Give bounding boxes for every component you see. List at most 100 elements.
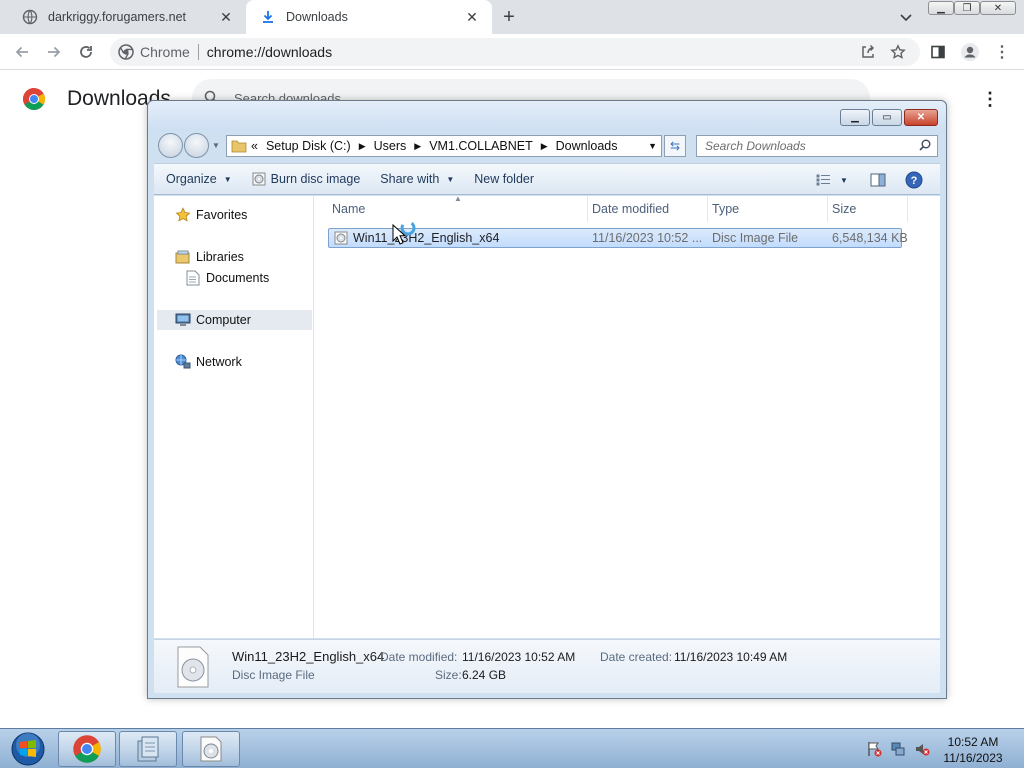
column-label: Date modified (592, 202, 670, 216)
recent-pages-dropdown[interactable]: ▼ (212, 141, 220, 150)
organize-button[interactable]: Organize ▼ (166, 172, 232, 186)
nav-label: Libraries (196, 250, 244, 264)
breadcrumb-arrow-icon[interactable]: ▶ (541, 141, 548, 152)
search-icon (919, 139, 931, 154)
forward-icon[interactable] (42, 40, 66, 64)
profile-avatar-icon[interactable] (958, 40, 982, 64)
column-header-size[interactable]: Size (828, 196, 908, 222)
back-icon[interactable] (10, 40, 34, 64)
volume-muted-icon[interactable] (914, 741, 930, 757)
disc-image-file-icon (334, 231, 348, 245)
breadcrumb-label: VM1.COLLABNET (429, 139, 533, 153)
taskbar-disc-image-button[interactable] (182, 731, 240, 767)
search-placeholder: Search Downloads (705, 139, 806, 153)
url-text[interactable]: chrome://downloads (207, 44, 332, 60)
refresh-icon[interactable]: ⇆ (664, 135, 686, 157)
browser-menu-icon[interactable]: ⋮ (990, 40, 1014, 64)
chip-label: Chrome (140, 44, 190, 60)
column-label: Size (832, 202, 857, 216)
minimize-button[interactable]: ▁ (928, 1, 954, 15)
new-tab-button[interactable]: + (498, 6, 520, 28)
close-tab-icon[interactable]: ✕ (216, 7, 236, 27)
omnibox-separator (197, 44, 199, 60)
details-file-name: Win11_23H2_English_x64 (232, 649, 385, 664)
details-date-created-label: Date created: (600, 650, 673, 664)
explorer-search-input[interactable]: Search Downloads (696, 135, 938, 157)
explorer-body: Favorites Libraries Documents Computer N… (154, 194, 940, 638)
breadcrumb-downloads[interactable]: Downloads (556, 139, 618, 153)
action-center-flag-icon[interactable] (866, 741, 882, 757)
nav-documents[interactable]: Documents (157, 268, 312, 288)
computer-icon (175, 312, 191, 328)
mouse-cursor-icon (392, 223, 407, 246)
explorer-icon (137, 736, 159, 762)
new-folder-button[interactable]: New folder (474, 172, 534, 186)
maximize-button[interactable]: ▭ (872, 109, 902, 126)
minimize-button[interactable]: ▁ (840, 109, 870, 126)
nav-label: Favorites (196, 208, 248, 222)
taskbar-chrome-button[interactable] (58, 731, 116, 767)
dropdown-arrow-icon: ▼ (223, 174, 232, 184)
close-window-button[interactable]: ✕ (980, 1, 1016, 15)
details-date-modified-value: 11/16/2023 10:52 AM (462, 650, 576, 664)
address-dropdown-icon[interactable]: ▼ (648, 141, 657, 151)
column-header-date-modified[interactable]: Date modified (588, 196, 708, 222)
taskbar-explorer-button[interactable] (119, 731, 177, 767)
start-button[interactable] (6, 731, 50, 767)
tab-title: Downloads (286, 10, 348, 24)
change-view-button[interactable]: ▼ (812, 171, 852, 189)
nav-label: Documents (206, 271, 270, 285)
forward-button[interactable] (184, 133, 209, 158)
breadcrumb-label: Users (373, 139, 407, 153)
nav-network[interactable]: Network (157, 352, 312, 372)
details-date-modified-label: Date modified: (380, 650, 458, 664)
share-with-button[interactable]: Share with ▼ (380, 172, 454, 186)
breadcrumb-overflow[interactable]: « (251, 139, 258, 153)
taskbar: 10:52 AM 11/16/2023 (0, 728, 1024, 768)
system-clock[interactable]: 10:52 AM 11/16/2023 (938, 734, 1008, 766)
nav-label: Network (196, 355, 242, 369)
explorer-window: ▁ ▭ ✕ ▼ « Setup Disk (C:) ▶ Users ▶ VM1.CO… (147, 100, 947, 699)
breadcrumb-drive[interactable]: Setup Disk (C:) ▶ (266, 139, 374, 153)
chrome-chip[interactable]: Chrome (118, 44, 190, 60)
downloads-more-icon[interactable]: ⋮ (980, 87, 1000, 111)
explorer-navigation-bar: ▼ « Setup Disk (C:) ▶ Users ▶ VM1.COLLABNE… (156, 133, 940, 159)
restore-button[interactable]: ❐ (954, 1, 980, 15)
address-bar[interactable]: « Setup Disk (C:) ▶ Users ▶ VM1.COLLABNET ▶… (226, 135, 662, 157)
close-tab-icon[interactable]: ✕ (462, 7, 482, 27)
command-label: Burn disc image (270, 172, 361, 186)
nav-favorites[interactable]: Favorites (157, 205, 312, 225)
globe-icon (22, 9, 38, 25)
breadcrumb-users[interactable]: Users ▶ (374, 139, 430, 153)
back-button[interactable] (158, 133, 183, 158)
burn-disc-image-button[interactable]: Burn disc image (252, 172, 361, 186)
tab-downloads[interactable]: Downloads ✕ (246, 0, 492, 34)
breadcrumb-user-folder[interactable]: VM1.COLLABNET ▶ (429, 139, 555, 153)
omnibox[interactable]: Chrome chrome://downloads (110, 38, 920, 66)
details-size-label: Size: (435, 668, 462, 682)
breadcrumb-arrow-icon[interactable]: ▶ (359, 141, 366, 152)
download-icon (260, 9, 276, 25)
command-bar: Organize ▼ Burn disc image Share with ▼ Ne… (154, 163, 940, 195)
chevron-down-icon[interactable] (896, 8, 916, 28)
bookmark-star-icon[interactable] (886, 38, 910, 66)
star-icon (175, 207, 191, 223)
breadcrumb-arrow-icon[interactable]: ▶ (414, 141, 421, 152)
breadcrumb-label: Downloads (555, 139, 618, 153)
column-header-type[interactable]: Type (708, 196, 828, 222)
navigation-pane: Favorites Libraries Documents Computer N… (154, 196, 314, 638)
explorer-titlebar[interactable]: ▁ ▭ ✕ (148, 101, 946, 131)
share-icon[interactable] (856, 38, 880, 66)
file-size: 6,548,134 KB (832, 231, 908, 245)
network-status-icon[interactable] (890, 741, 906, 757)
column-header-name[interactable]: Name ▲ (328, 194, 588, 222)
nav-computer[interactable]: Computer (157, 310, 312, 330)
close-button[interactable]: ✕ (904, 109, 938, 126)
side-panel-icon[interactable] (926, 40, 950, 64)
reload-icon[interactable] (74, 40, 98, 64)
help-button[interactable]: ? (902, 171, 926, 189)
folder-icon (231, 139, 247, 153)
nav-libraries[interactable]: Libraries (157, 247, 312, 267)
tab-darkriggy[interactable]: darkriggy.forugamers.net ✕ (8, 0, 246, 34)
preview-pane-button[interactable] (866, 171, 890, 189)
